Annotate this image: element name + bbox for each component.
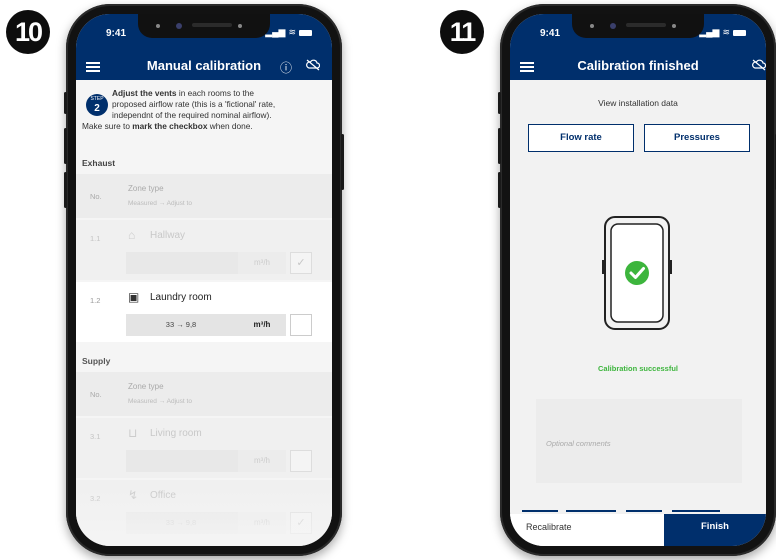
airflow-value: 33 → 9,8 m³/h (126, 314, 286, 336)
phone-calibration-finished: 9:41 ▂▄▆ ≋ Calibration finished View ins… (498, 4, 776, 556)
table-row: 3.2 ↯ Office 33 → 9,8 m³/h ✓ (76, 480, 332, 540)
notch (138, 14, 270, 38)
comments-placeholder: Optional comments (546, 439, 611, 448)
device-success-illustration (602, 216, 672, 330)
step-instructions: STEP 2 Adjust the vents in each rooms to … (82, 88, 276, 131)
table-row: 3.1 ⊔ Living room m³/h (76, 418, 332, 478)
page-title: Calibration finished (577, 58, 699, 73)
table-row: 1.2 ▣ Laundry room 33 → 9,8 m³/h (76, 282, 332, 342)
sofa-icon: ⊔ (128, 426, 138, 440)
status-icons: ▂▄▆ ≋ (265, 27, 312, 38)
wifi-icon: ≋ (722, 27, 730, 37)
app-bar: Calibration finished (510, 54, 766, 80)
notch (572, 14, 704, 38)
wifi-icon: ≋ (288, 27, 296, 37)
status-time: 9:41 (106, 28, 127, 39)
status-time: 9:41 (540, 28, 561, 39)
supply-section-title: Supply (82, 356, 111, 366)
airflow-value: m³/h (126, 450, 286, 472)
airflow-value: m³/h (126, 252, 286, 274)
recalibrate-button[interactable]: Recalibrate (510, 514, 664, 546)
supply-table-header: No. Zone type Measured → Adjust to (76, 372, 332, 416)
view-installation-data-label: View installation data (598, 98, 678, 108)
step-badge-11: 11 (440, 10, 484, 54)
step-indicator: STEP 2 (86, 94, 108, 116)
status-icons: ▂▄▆ ≋ (699, 27, 746, 38)
screen: 9:41 ▂▄▆ ≋ Manual calibration ⓘ STEP 2 A… (76, 14, 332, 546)
step-badge-10: 10 (6, 10, 50, 54)
done-checkbox[interactable] (290, 314, 312, 336)
cloud-off-icon[interactable] (306, 59, 321, 74)
page-title: Manual calibration (146, 58, 262, 73)
washing-machine-icon: ▣ (128, 290, 140, 304)
phone-manual-calibration: 9:41 ▂▄▆ ≋ Manual calibration ⓘ STEP 2 A… (64, 4, 344, 556)
done-checkbox[interactable] (290, 450, 312, 472)
battery-icon (733, 29, 746, 36)
exhaust-section-title: Exhaust (82, 158, 116, 168)
finish-button[interactable]: Finish (664, 514, 766, 546)
table-row: 1.1 ⌂ Hallway m³/h ✓ (76, 220, 332, 280)
comments-field[interactable]: Optional comments (536, 399, 742, 483)
pressures-button[interactable]: Pressures (644, 124, 750, 152)
desk-lamp-icon: ↯ (128, 488, 139, 502)
exhaust-table-header: No. Zone type Measured → Adjust to (76, 174, 332, 218)
flow-rate-button[interactable]: Flow rate (528, 124, 634, 152)
door-icon: ⌂ (128, 228, 136, 242)
battery-icon (299, 29, 312, 36)
done-checkbox[interactable]: ✓ (290, 252, 312, 274)
cloud-off-icon[interactable] (752, 59, 766, 74)
success-message: Calibration successful (597, 364, 679, 373)
app-bar: Manual calibration ⓘ (76, 54, 332, 80)
done-checkbox[interactable]: ✓ (290, 512, 312, 534)
screen: 9:41 ▂▄▆ ≋ Calibration finished View ins… (510, 14, 766, 546)
airflow-value: 33 → 9,8 m³/h (126, 512, 286, 534)
info-icon[interactable]: ⓘ (280, 59, 292, 76)
